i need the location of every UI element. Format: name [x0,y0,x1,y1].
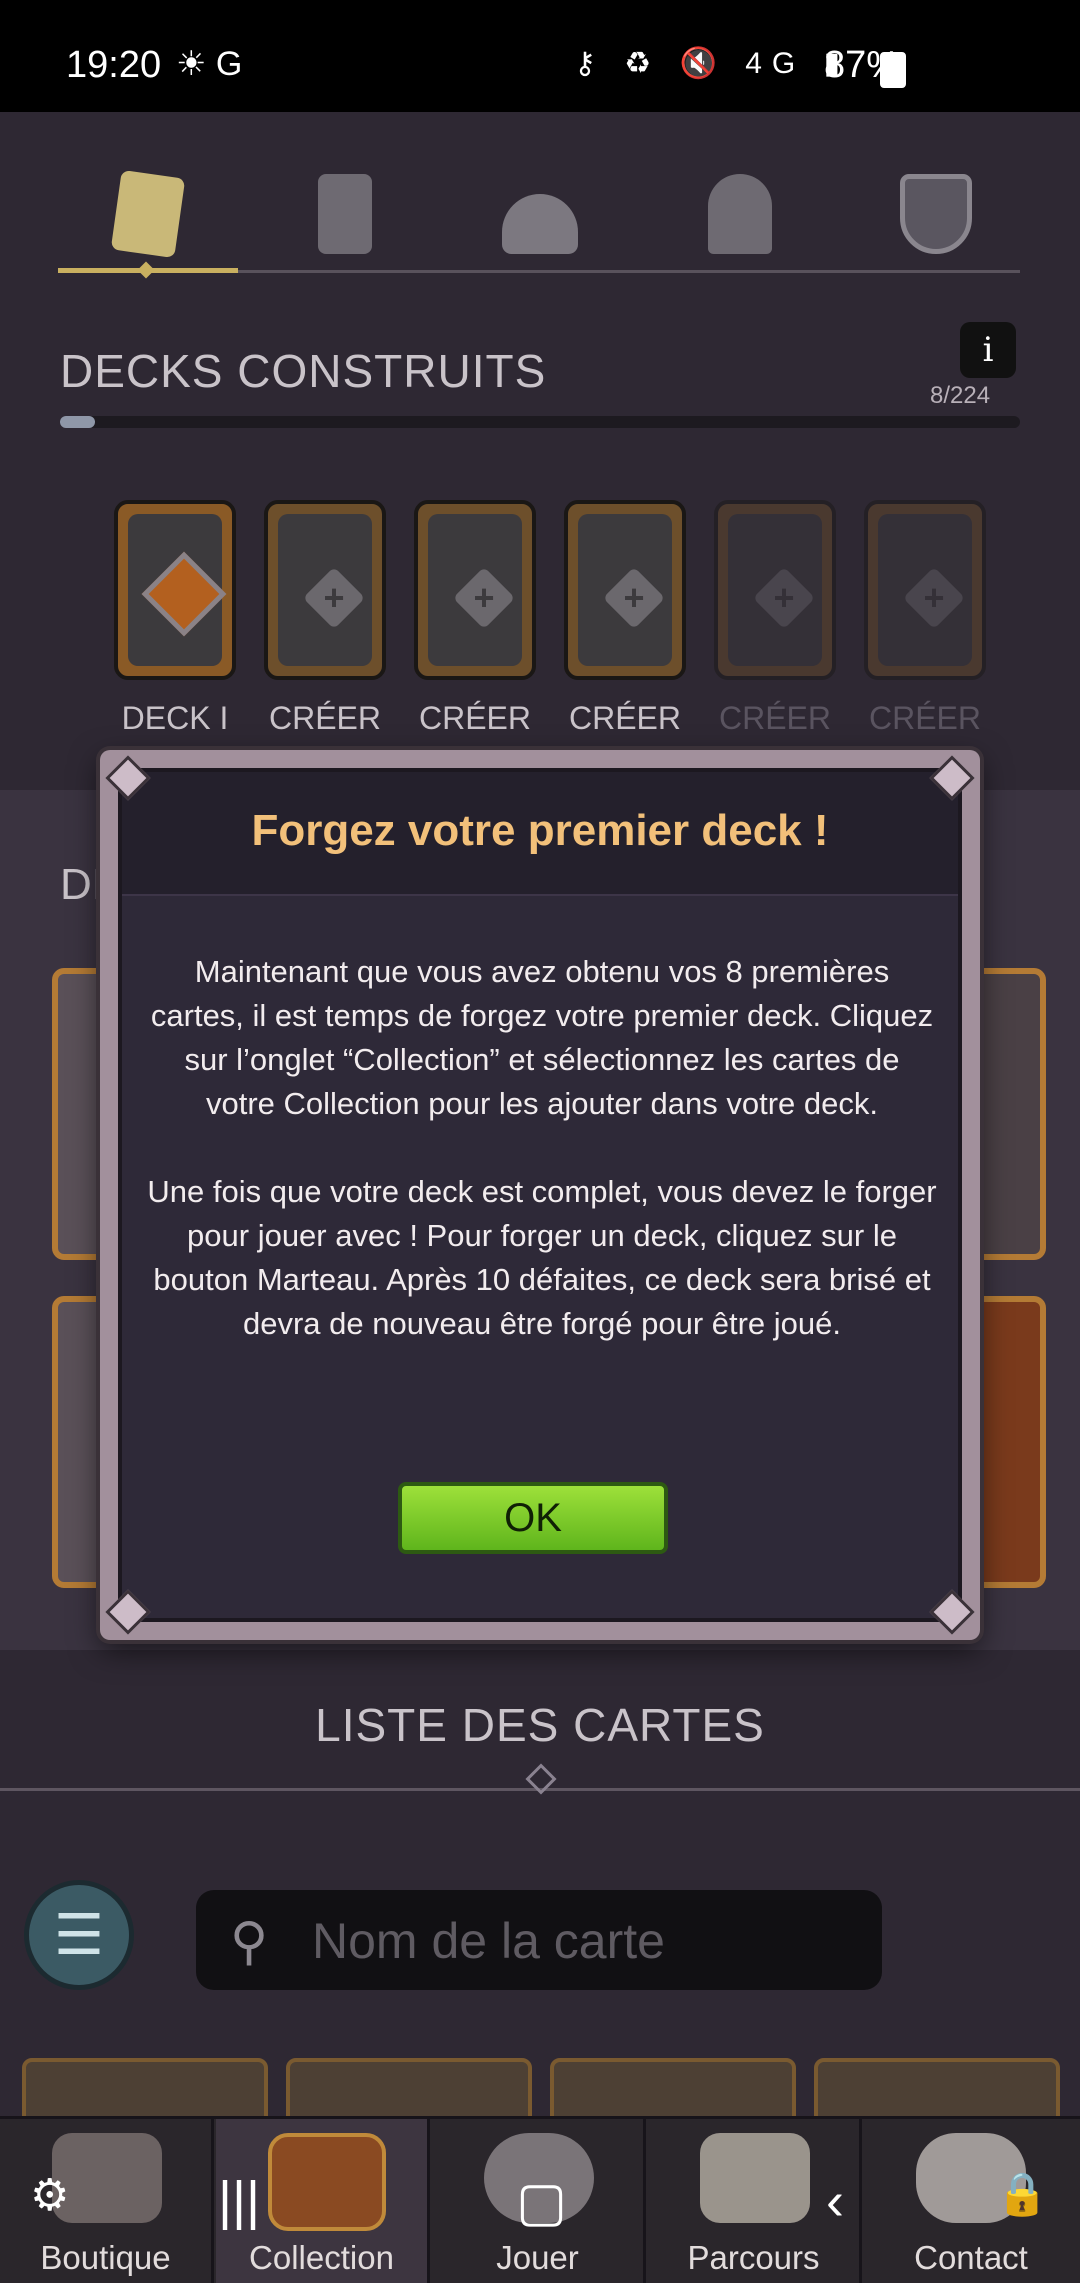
dialog-paragraph: Maintenant que vous avez obtenu vos 8 pr… [150,954,934,1121]
dialog-title: Forgez votre premier deck ! [251,806,829,855]
dialog-header: Forgez votre premier deck ! [122,772,958,896]
tutorial-dialog: Forgez votre premier deck ! Maintenant q… [100,750,980,1640]
ok-button[interactable]: OK [398,1482,668,1554]
dialog-body: Maintenant que vous avez obtenu vos 8 pr… [146,950,938,1390]
dialog-paragraph: Une fois que votre deck est complet, vou… [147,1174,937,1341]
